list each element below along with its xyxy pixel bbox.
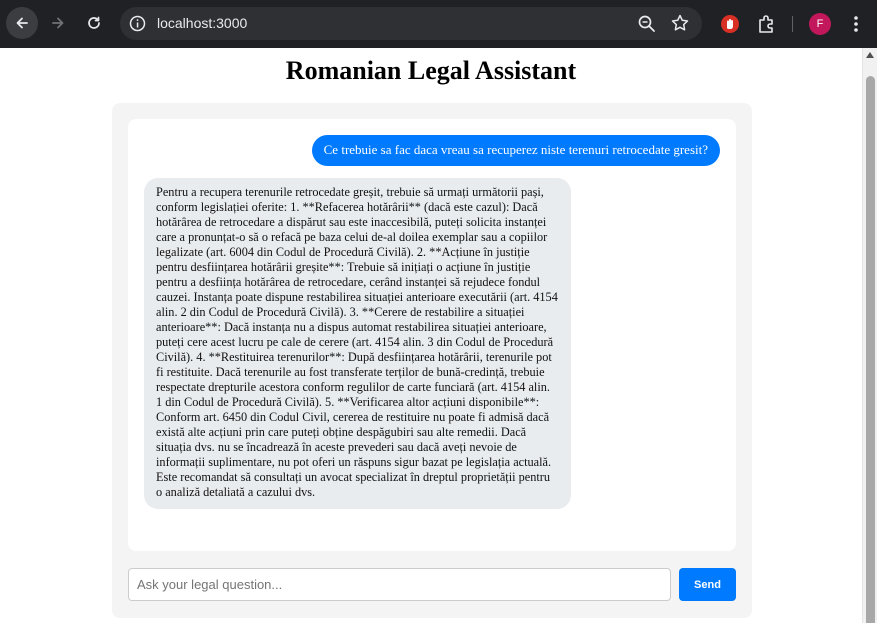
user-message: Ce trebuie sa fac daca vreau sa recupere… bbox=[311, 135, 720, 166]
scroll-thumb[interactable] bbox=[866, 76, 875, 623]
address-bar[interactable]: localhost:3000 bbox=[120, 7, 702, 40]
question-input[interactable] bbox=[128, 568, 671, 601]
puzzle-icon[interactable] bbox=[756, 13, 778, 35]
back-button[interactable] bbox=[6, 7, 38, 39]
reload-button[interactable] bbox=[78, 7, 110, 39]
site-info-icon[interactable] bbox=[128, 14, 147, 33]
url-text[interactable]: localhost:3000 bbox=[157, 15, 247, 31]
reload-icon bbox=[88, 16, 100, 29]
page-title: Romanian Legal Assistant bbox=[285, 56, 577, 85]
extension-icon[interactable] bbox=[719, 13, 741, 35]
back-icon bbox=[16, 17, 28, 29]
zoom-icon[interactable] bbox=[637, 14, 657, 34]
chat-container: Ce trebuie sa fac daca vreau sa recupere… bbox=[112, 103, 752, 618]
forward-button[interactable] bbox=[42, 7, 74, 39]
menu-icon[interactable] bbox=[848, 13, 864, 35]
scroll-up-icon[interactable] bbox=[866, 52, 874, 58]
message-list: Ce trebuie sa fac daca vreau sa recupere… bbox=[128, 119, 736, 551]
input-row: Send bbox=[128, 568, 736, 601]
toolbar-divider bbox=[792, 16, 793, 32]
star-icon[interactable] bbox=[670, 13, 690, 33]
profile-avatar[interactable]: F bbox=[809, 13, 831, 35]
forward-icon bbox=[52, 17, 64, 29]
page-scrollbar[interactable] bbox=[862, 48, 877, 623]
browser-toolbar: localhost:3000 F bbox=[0, 0, 877, 48]
send-button[interactable]: Send bbox=[679, 568, 736, 601]
assistant-message: Pentru a recupera terenurile retrocedate… bbox=[144, 178, 571, 509]
